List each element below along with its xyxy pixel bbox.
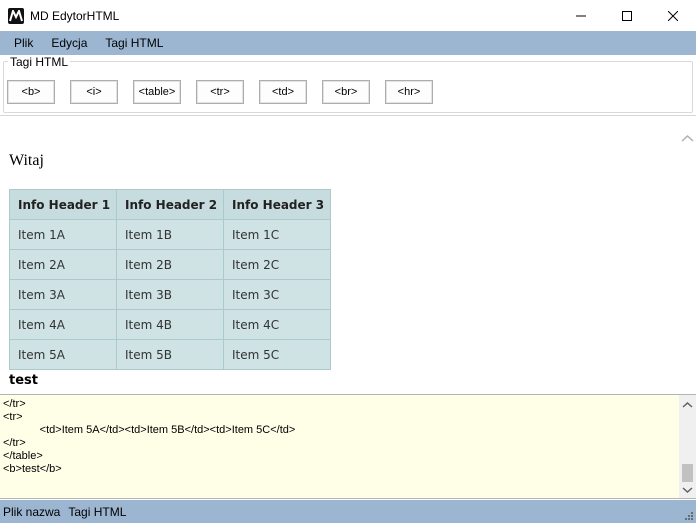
- code-line: <tr>: [3, 411, 23, 423]
- table-cell: Item 3C: [223, 279, 331, 310]
- resize-grip-icon[interactable]: [684, 511, 694, 521]
- table-cell: Item 5A: [9, 339, 117, 370]
- code-line: <b>test</b>: [3, 463, 62, 475]
- scroll-down-icon[interactable]: [679, 483, 696, 497]
- table-cell: Item 5C: [223, 339, 331, 370]
- tag-hr-button[interactable]: <hr>: [385, 80, 433, 104]
- table-cell: Item 4B: [116, 309, 224, 340]
- table-header-row: Info Header 1 Info Header 2 Info Header …: [9, 189, 331, 220]
- table-cell: Item 4C: [223, 309, 331, 340]
- menu-tagi-html[interactable]: Tagi HTML: [96, 31, 172, 55]
- table-cell: Item 1A: [9, 219, 117, 250]
- tag-br-button[interactable]: <br>: [322, 80, 370, 104]
- minimize-icon: [576, 15, 586, 16]
- table-row: Item 1A Item 1B Item 1C: [9, 219, 331, 250]
- code-line: </tr>: [3, 398, 26, 410]
- tag-table-button[interactable]: <table>: [133, 80, 181, 104]
- table-cell: Item 5B: [116, 339, 224, 370]
- menu-edycja[interactable]: Edycja: [42, 31, 96, 55]
- scroll-up-icon[interactable]: [679, 398, 696, 412]
- table-row: Item 3A Item 3B Item 3C: [9, 279, 331, 310]
- menu-bar: Plik Edycja Tagi HTML: [0, 31, 696, 55]
- scroll-up-icon[interactable]: [679, 131, 696, 145]
- table-cell: Item 4A: [9, 309, 117, 340]
- table-cell: Item 2A: [9, 249, 117, 280]
- maximize-button[interactable]: [604, 0, 650, 31]
- app-logo-icon: [8, 7, 24, 24]
- code-line: </table>: [3, 450, 43, 462]
- table-header-cell: Info Header 3: [223, 189, 331, 220]
- table-cell: Item 3B: [116, 279, 224, 310]
- code-line: </tr>: [3, 437, 26, 449]
- code-line: <td>Item 5A</td><td>Item 5B</td><td>Item…: [3, 424, 296, 436]
- preview-table: Info Header 1 Info Header 2 Info Header …: [9, 189, 331, 370]
- status-tags: Tagi HTML: [68, 504, 127, 519]
- menu-plik[interactable]: Plik: [5, 31, 42, 55]
- table-cell: Item 2C: [223, 249, 331, 280]
- title-bar: MD EdytorHTML: [0, 0, 696, 31]
- window-title: MD EdytorHTML: [30, 8, 120, 23]
- table-row: Item 4A Item 4B Item 4C: [9, 309, 331, 340]
- tag-i-button[interactable]: <i>: [70, 80, 118, 104]
- tag-groupbox: Tagi HTML <b> <i> <table> <tr> <td> <br>…: [3, 56, 693, 113]
- html-preview[interactable]: Witaj Info Header 1 Info Header 2 Info H…: [0, 117, 679, 394]
- minimize-button[interactable]: [558, 0, 604, 31]
- table-cell: Item 1C: [223, 219, 331, 250]
- close-icon: [668, 10, 678, 21]
- table-cell: Item 3A: [9, 279, 117, 310]
- status-file-name: Plik nazwa: [3, 504, 61, 519]
- tag-tr-button[interactable]: <tr>: [196, 80, 244, 104]
- window-controls: [558, 0, 696, 31]
- table-row: Item 5A Item 5B Item 5C: [9, 339, 331, 370]
- code-editor[interactable]: </tr> <tr> <td>Item 5A</td><td>Item 5B</…: [0, 394, 696, 499]
- close-button[interactable]: [650, 0, 696, 31]
- tag-group-label: Tagi HTML: [8, 55, 71, 69]
- table-row: Item 2A Item 2B Item 2C: [9, 249, 331, 280]
- toolbar-panel: Tagi HTML <b> <i> <table> <tr> <td> <br>…: [0, 55, 696, 116]
- preview-heading: Witaj: [9, 152, 44, 169]
- preview-scrollbar[interactable]: [679, 117, 696, 394]
- tag-b-button[interactable]: <b>: [7, 80, 55, 104]
- status-bar: Plik nazwa Tagi HTML: [0, 500, 696, 523]
- table-header-cell: Info Header 2: [116, 189, 224, 220]
- table-cell: Item 1B: [116, 219, 224, 250]
- editor-scroll-thumb[interactable]: [682, 464, 693, 482]
- preview-bold-text: test: [9, 373, 38, 388]
- maximize-icon: [622, 10, 632, 21]
- table-header-cell: Info Header 1: [9, 189, 117, 220]
- editor-scrollbar[interactable]: [679, 395, 696, 498]
- table-cell: Item 2B: [116, 249, 224, 280]
- tag-td-button[interactable]: <td>: [259, 80, 307, 104]
